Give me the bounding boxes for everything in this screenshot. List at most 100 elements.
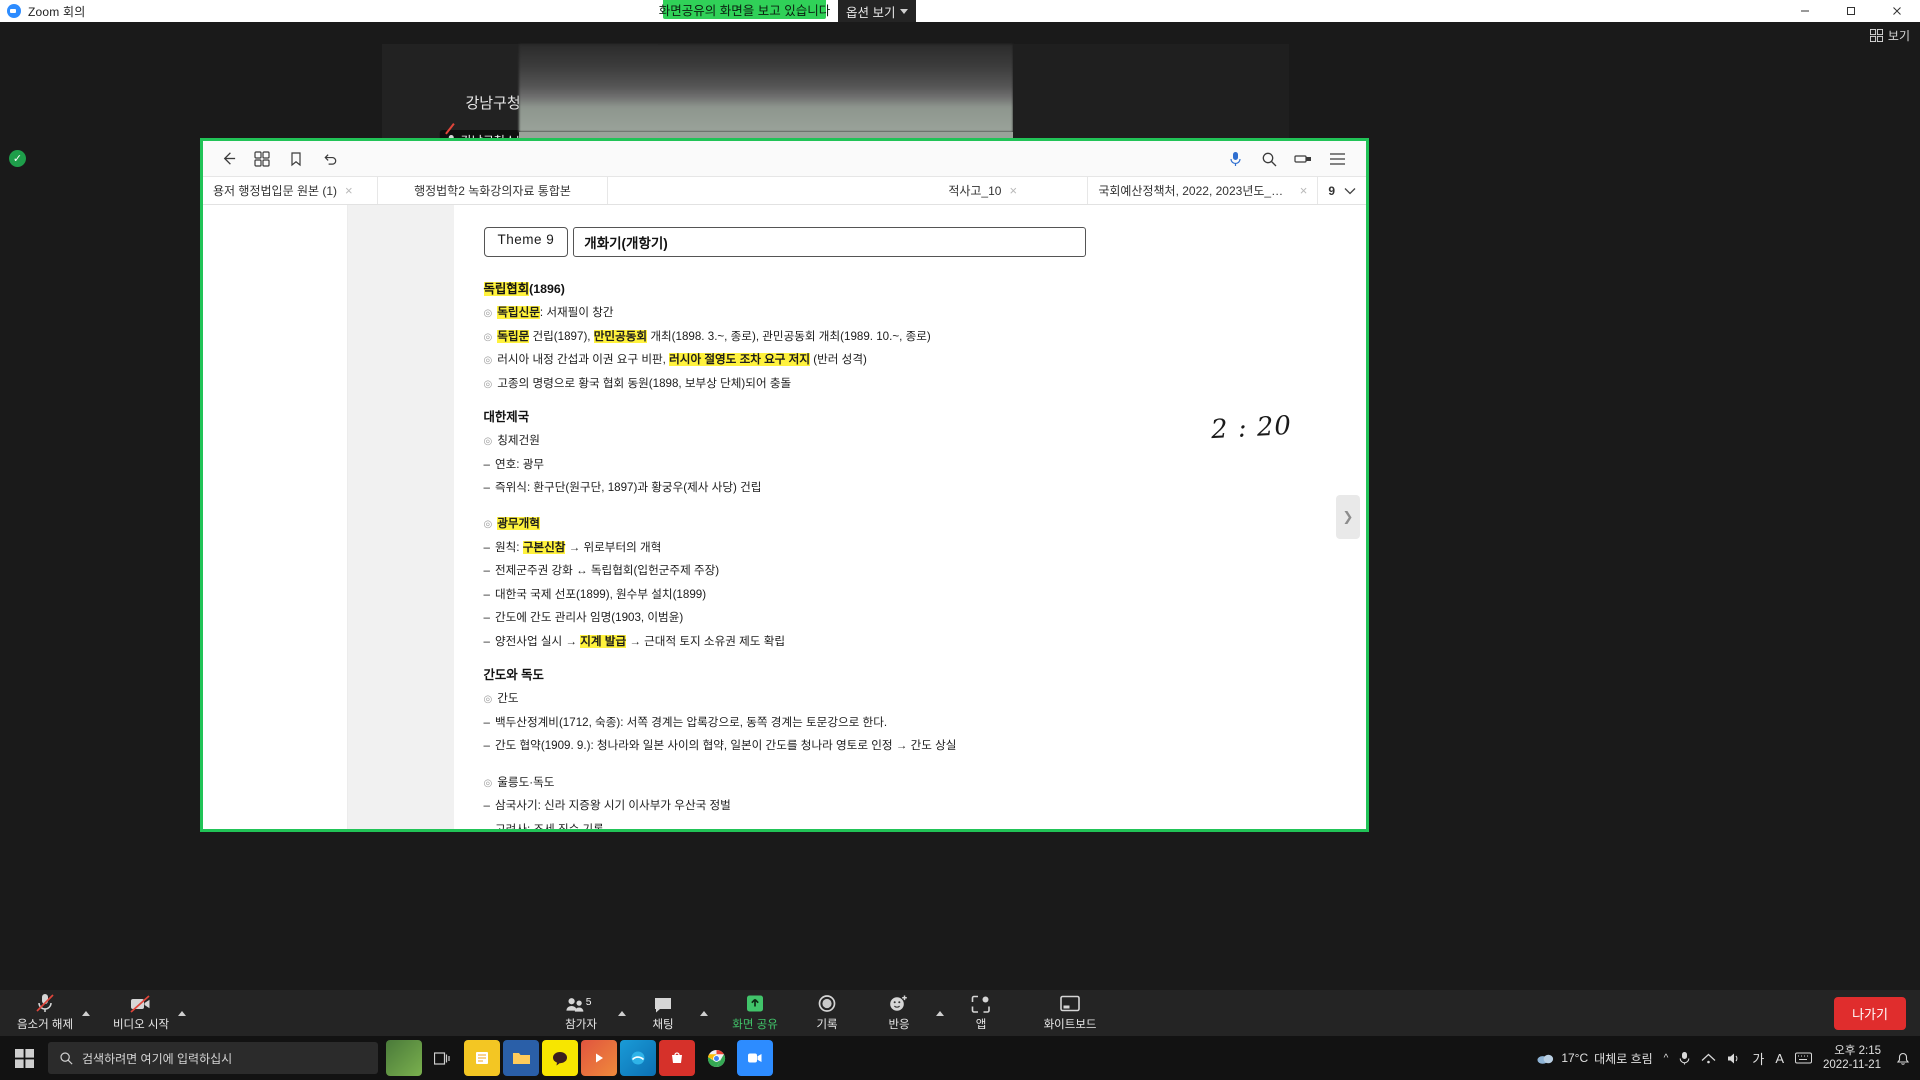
document-list-item: ◎ 간도 [484,692,1086,707]
document-list-item-text: 간도 협약(1909. 9.): 청나라와 일본 사이의 협약, 일본이 간도를… [494,739,957,753]
search-icon [60,1052,73,1065]
mute-button[interactable]: 음소거 해제 [16,990,74,1036]
share-screen-icon [744,994,766,1014]
bookmark-icon[interactable] [281,145,311,173]
keyboard-icon[interactable] [1795,1052,1813,1064]
close-icon[interactable]: × [1009,183,1017,198]
close-icon[interactable]: × [1300,183,1308,198]
document-spacer [484,504,1086,517]
pdf-tab-2[interactable]: 적사고_10 × [938,177,1089,204]
network-icon[interactable] [1701,1052,1716,1065]
chat-button[interactable]: 채팅 [634,990,692,1036]
record-label: 기록 [816,1019,838,1031]
taskbar-clock[interactable]: 오후 2:15 2022-11-21 [1823,1044,1885,1073]
pdf-tab-1[interactable]: 행정법학2 녹화강의자료 통합본 [378,177,608,204]
zoom-control-bar: 음소거 해제 비디오 시작 5 참가자 채팅 화면 공유 기록 반응 앱 화이트… [0,990,1920,1036]
whiteboard-button[interactable]: 화이트보드 [1030,990,1110,1036]
pdf-tab-label: 용저 행정법입문 원본 (1) [213,184,338,198]
windows-taskbar: 검색하려면 여기에 입력하십시 17°C 대체로 흐림 ^ 가 A 오후 2:1… [0,1036,1920,1080]
view-options-button[interactable]: 옵션 보기 [838,0,917,22]
mic-icon[interactable] [1679,1051,1690,1065]
hamburger-menu-icon[interactable] [1322,145,1352,173]
start-video-button[interactable]: 비디오 시작 [112,990,170,1036]
document-list-item-text: 고려사: 조세 징수 기록 [494,822,604,832]
close-icon[interactable]: × [345,183,353,198]
chevron-down-icon [900,8,909,14]
pinned-app-icon-0[interactable] [386,1040,422,1076]
window-title: Zoom 회의 [28,4,86,19]
pdf-tab-0[interactable]: 용저 행정법입문 원본 (1) × [203,177,378,204]
kakaotalk-icon[interactable] [542,1040,578,1076]
document-list-item-text: 광무개혁 [497,517,540,531]
highlighter-icon[interactable] [1288,145,1318,173]
file-explorer-icon[interactable] [503,1040,539,1076]
view-button[interactable]: 보기 [1869,27,1910,44]
system-tray: 17°C 대체로 흐림 ^ 가 A 오후 2:15 2022-11-21 [1536,1044,1920,1073]
document-list-item: – 백두산정계비(1712, 숙종): 서쪽 경계는 압록강으로, 동쪽 경계는 … [484,716,1086,730]
search-input[interactable]: 검색하려면 여기에 입력하십시 [48,1042,378,1074]
video-options-button[interactable] [174,990,190,1036]
chevron-up-icon[interactable]: ^ [1664,1053,1669,1064]
leave-meeting-button[interactable]: 나가기 [1834,996,1906,1030]
meeting-stage: 보기 강남구청소년상... 강남구청소년상담복지센터 화면공유 화면공유 [0,22,1920,990]
zoom-icon[interactable] [737,1040,773,1076]
shield-check-icon: ✓ [9,150,26,167]
bullet-dash-icon: – [483,564,490,578]
document-list-item-text: 간도에 간도 관리사 임명(1903, 이범윤) [494,611,684,625]
ime-a-icon[interactable]: A [1775,1051,1784,1066]
bullet-dash-icon: – [483,611,490,625]
task-view-icon[interactable] [425,1040,461,1076]
ime-ko-icon[interactable]: 가 [1752,1049,1764,1068]
grid-thumbnails-icon[interactable] [247,145,277,173]
notification-icon[interactable] [1896,1051,1910,1066]
bullet-dash-icon: – [483,457,490,471]
bullet-circle-icon: ◎ [483,331,493,343]
next-page-button[interactable]: ❯ [1336,495,1360,539]
mic-muted-icon [34,994,56,1014]
sticky-notes-icon[interactable] [464,1040,500,1076]
participants-button[interactable]: 5 참가자 [552,990,610,1036]
microphone-icon[interactable] [1220,145,1250,173]
arrow-left-icon[interactable] [213,145,243,173]
start-video-label: 비디오 시작 [112,1019,170,1031]
share-screen-button[interactable]: 화면 공유 [726,990,784,1036]
minimize-button[interactable] [1782,0,1828,22]
windows-start-icon[interactable] [0,1036,48,1080]
pdf-toolbar [203,141,1366,177]
audio-options-button[interactable] [78,990,94,1036]
search-icon[interactable] [1254,145,1284,173]
document-list-item: – 양전사업 실시 → 지계 발급 → 근대적 토지 소유권 제도 확립 [484,634,1086,649]
record-button[interactable]: 기록 [798,990,856,1036]
taskbar-apps [386,1040,773,1076]
close-button[interactable] [1874,0,1920,22]
bullet-circle-icon: ◎ [483,436,493,447]
participants-options-button[interactable] [614,990,630,1036]
document-list-item: ◎ 칭제건원 [484,434,1086,449]
page-selector[interactable]: 9 [1318,177,1366,204]
edge-icon[interactable] [620,1040,656,1076]
undo-icon[interactable] [315,145,345,173]
pdf-thumbnail-pane[interactable] [203,205,348,829]
reactions-options-button[interactable] [932,990,948,1036]
document-list-item: – 전제군주권 강화 ↔ 독립협회(입헌군주제 주장) [484,564,1086,578]
maximize-button[interactable] [1828,0,1874,22]
pdf-page: Theme 9 개화기(개항기) 독립협회(1896) ◎ 독립신문: 서재필이 창… [453,205,1116,832]
media-player-icon[interactable] [581,1040,617,1076]
document-list-item-text: 원칙: 구본신참 → 위로부터의 개혁 [494,540,662,554]
whiteboard-label: 화이트보드 [1043,1019,1097,1031]
screen-root: Zoom 회의 화면공유의 화면을 보고 있습니다 옵션 보기 보기 용저 행정… [0,0,1920,1080]
shared-screen-preview[interactable] [519,44,1013,132]
bullet-dash-icon: – [483,799,490,813]
document-spacer [484,763,1086,776]
document-list-item: ◎ 울릉도·독도 [484,776,1086,791]
volume-icon[interactable] [1727,1052,1741,1065]
apps-button[interactable]: 앱 [952,990,1010,1036]
shopping-icon[interactable] [659,1040,695,1076]
weather-widget[interactable]: 17°C 대체로 흐림 [1536,1050,1653,1067]
chat-options-button[interactable] [696,990,712,1036]
reactions-button[interactable]: 반응 [870,990,928,1036]
bullet-circle-icon: ◎ [483,694,493,706]
participants-icon: 5 [565,994,597,1014]
chrome-icon[interactable] [698,1040,734,1076]
pdf-tab-3[interactable]: 국회예산정책처, 2022, 2023년도_예산... × [1088,177,1319,204]
